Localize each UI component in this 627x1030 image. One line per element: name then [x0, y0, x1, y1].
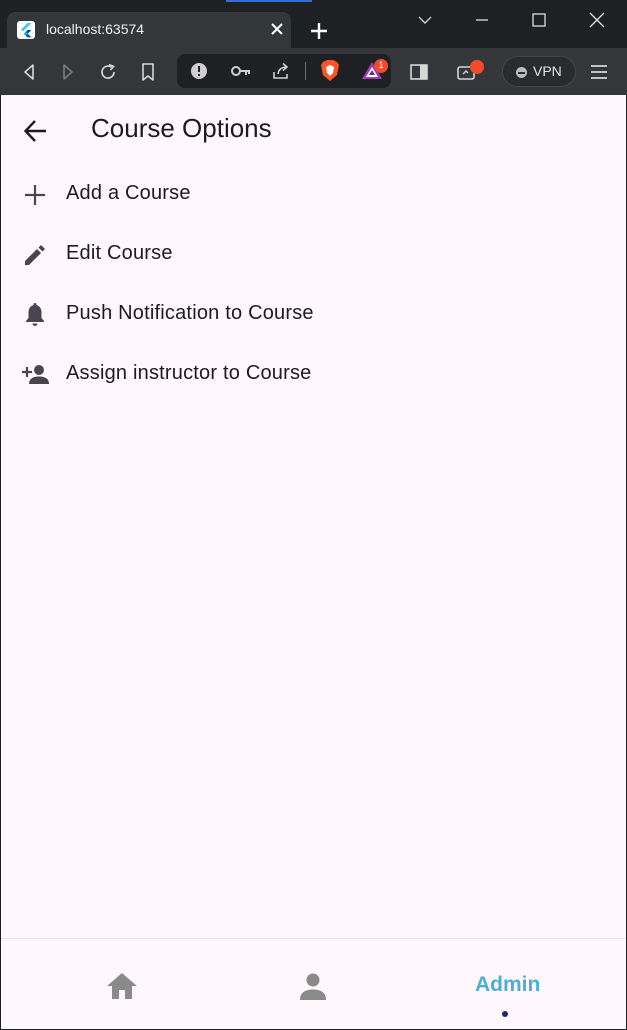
brave-shields-icon[interactable]	[319, 59, 341, 83]
tab-accent-line	[226, 0, 312, 2]
person-add-icon	[21, 361, 49, 389]
list-item-label: Edit Course	[66, 242, 173, 264]
tab-search-chevron-icon[interactable]	[415, 10, 435, 30]
home-icon	[105, 969, 139, 1003]
maximize-icon[interactable]	[529, 10, 549, 30]
wallet-badge	[470, 60, 484, 74]
new-tab-icon[interactable]	[309, 21, 329, 41]
list-item-label: Assign instructor to Course	[66, 362, 312, 384]
bell-icon	[21, 301, 49, 329]
rewards-badge-count: 1	[378, 60, 384, 70]
list-item-edit-course[interactable]: Edit Course	[1, 224, 626, 284]
app-bar: Course Options	[1, 95, 626, 165]
list-item-label: Add a Course	[66, 182, 191, 204]
flutter-favicon-icon	[17, 21, 35, 39]
browser-tab[interactable]: localhost:63574	[7, 12, 291, 48]
share-icon[interactable]	[270, 61, 292, 81]
back-icon[interactable]	[18, 61, 40, 83]
bottom-navigation-bar: Admin	[1, 938, 626, 1029]
add-icon	[21, 181, 49, 209]
list-item-push-notification[interactable]: Push Notification to Course	[1, 284, 626, 344]
rewards-badge: 1	[374, 59, 388, 73]
vpn-status-icon	[516, 67, 527, 78]
page-title: Course Options	[91, 113, 272, 143]
back-arrow-icon[interactable]	[21, 116, 51, 146]
browser-toolbar: 1 VPN	[0, 48, 627, 95]
vpn-label: VPN	[533, 63, 562, 79]
site-info-icon[interactable]	[189, 61, 209, 81]
list-item-add-course[interactable]: Add a Course	[1, 164, 626, 224]
browser-title-bar: localhost:63574	[0, 0, 627, 48]
address-divider	[305, 62, 306, 80]
forward-icon[interactable]	[57, 61, 79, 83]
nav-active-indicator	[502, 1011, 508, 1017]
nav-item-admin[interactable]: Admin	[418, 939, 626, 1030]
vpn-button[interactable]: VPN	[502, 56, 576, 87]
app-viewport: Course Options Add a Course Edit Course …	[1, 95, 626, 1029]
person-icon	[296, 969, 330, 1003]
sidebar-icon[interactable]	[408, 61, 430, 83]
edit-icon	[21, 241, 49, 269]
tab-title: localhost:63574	[46, 21, 145, 37]
list-item-label: Push Notification to Course	[66, 302, 314, 324]
menu-icon[interactable]	[588, 61, 610, 83]
nav-item-profile[interactable]	[209, 939, 417, 1030]
nav-label-admin: Admin	[475, 973, 541, 996]
minimize-icon[interactable]	[472, 10, 492, 30]
reload-icon[interactable]	[97, 61, 119, 83]
address-bar[interactable]: 1	[177, 54, 391, 88]
password-key-icon[interactable]	[230, 61, 252, 81]
nav-item-home[interactable]	[18, 939, 226, 1030]
list-item-assign-instructor[interactable]: Assign instructor to Course	[1, 344, 626, 404]
close-tab-icon[interactable]	[269, 21, 285, 37]
close-window-icon[interactable]	[587, 10, 607, 30]
course-options-list: Add a Course Edit Course Push Notificati…	[1, 164, 626, 404]
bookmark-icon[interactable]	[137, 61, 159, 83]
